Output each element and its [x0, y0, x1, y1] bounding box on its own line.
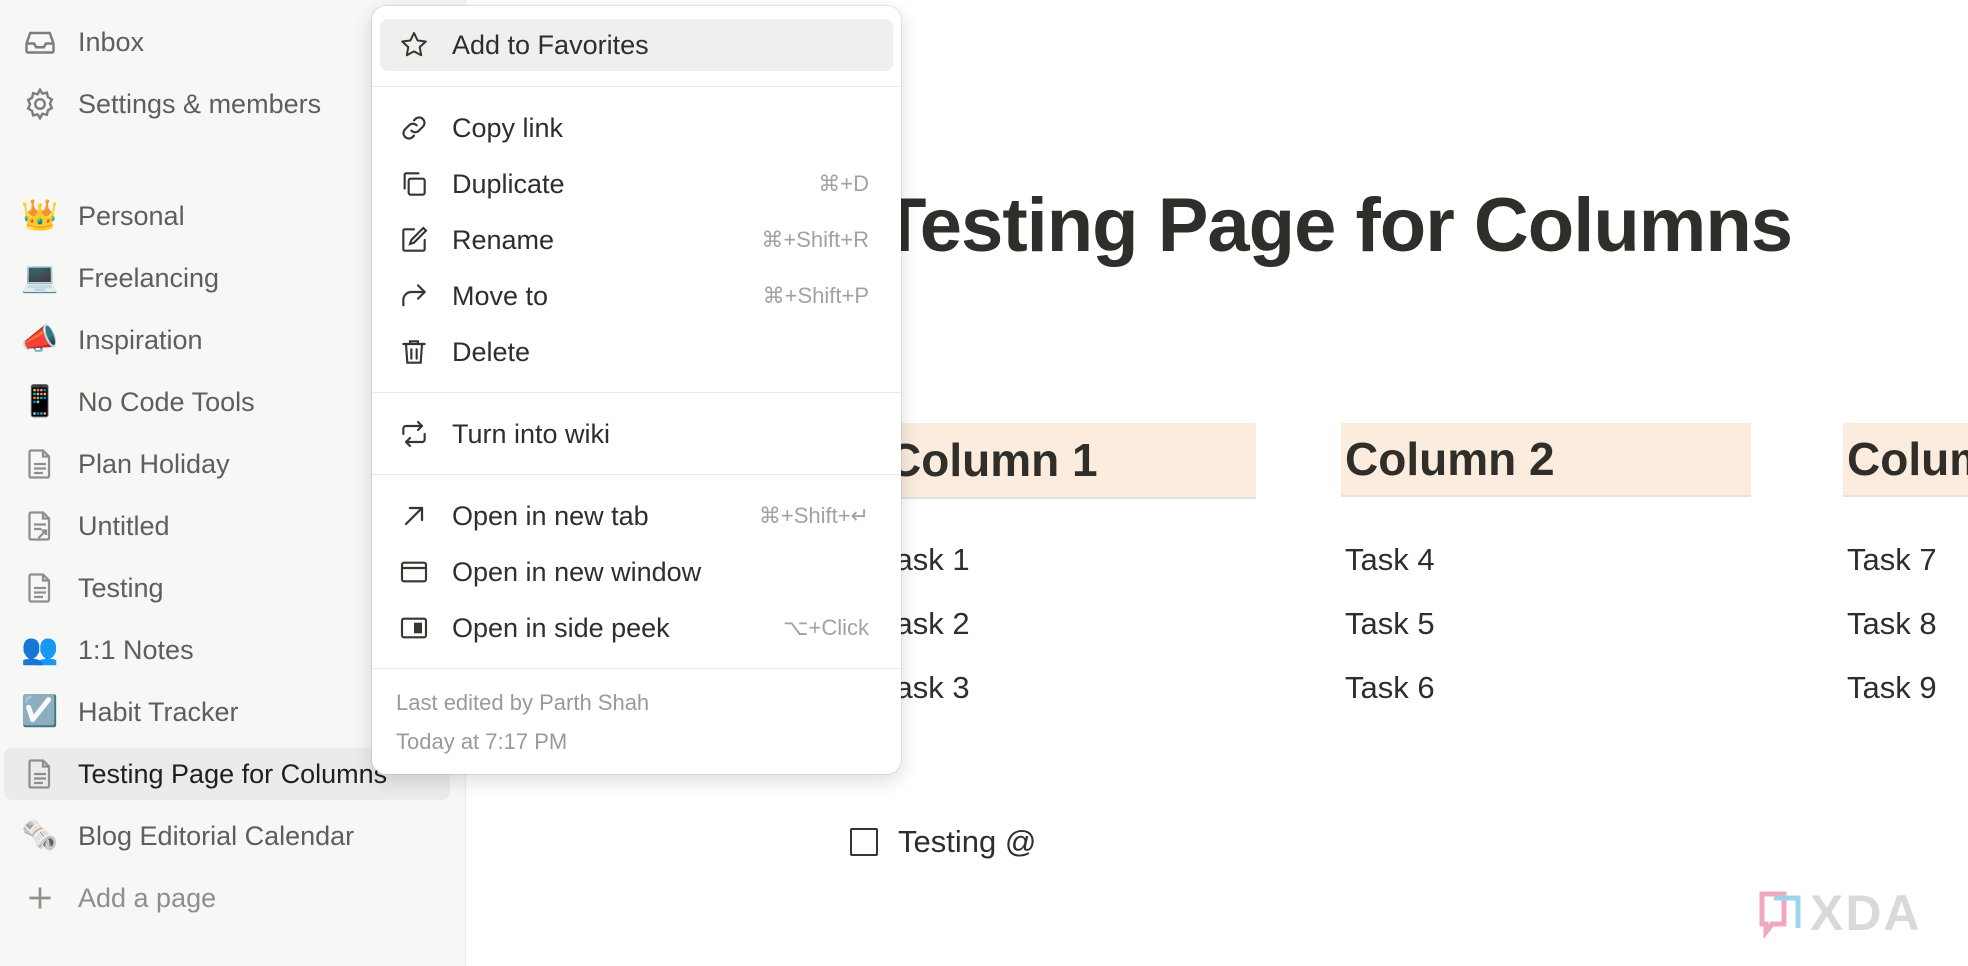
sidebar-item-label: Inspiration [78, 324, 203, 355]
menu-item-shortcut: ⌘+D [818, 171, 869, 196]
sidebar-item-label: Inbox [78, 26, 145, 57]
column-heading-text: Column 1 [888, 434, 1098, 486]
window-icon [396, 554, 432, 590]
menu-item-label: Delete [452, 336, 531, 367]
megaphone-emoji-icon: 📣 [21, 323, 59, 356]
sidebar-item-label: Plan Holiday [78, 448, 230, 479]
menu-item-label: Open in new tab [452, 500, 649, 531]
menu-divider [372, 86, 901, 87]
task-item[interactable]: Task 6 [1345, 670, 1435, 706]
sidebar-item-label: Freelancing [78, 262, 220, 293]
watermark-text: XDA [1810, 885, 1922, 941]
add-page-label: Add a page [78, 882, 217, 913]
column-heading-text: Column 2 [1345, 433, 1555, 485]
sidebar-item-label: Testing [78, 572, 164, 603]
arrow-up-right-icon [396, 498, 432, 534]
add-page-button[interactable]: Add a page [4, 872, 450, 924]
sidebar-item-label: Habit Tracker [78, 696, 239, 727]
sidebar-item-label: No Code Tools [78, 386, 255, 417]
checkbox-emoji-icon: ☑️ [21, 695, 59, 728]
menu-item-open-in-new-tab[interactable]: Open in new tab ⌘+Shift+↵ [380, 490, 893, 542]
menu-item-open-in-side-peek[interactable]: Open in side peek ⌥+Click [380, 602, 893, 654]
todo-block: Testing @ [850, 824, 1036, 860]
menu-item-open-in-new-window[interactable]: Open in new window [380, 546, 893, 598]
inbox-icon [20, 22, 60, 62]
menu-divider [372, 474, 901, 475]
xda-logo-icon [1758, 888, 1804, 940]
task-item[interactable]: Task 9 [1847, 670, 1937, 706]
gear-icon [20, 84, 60, 124]
sidebar-item-label: Blog Editorial Calendar [78, 820, 355, 851]
plus-icon [20, 878, 60, 918]
sidebar-item-label: Settings & members [78, 88, 322, 119]
page-icon [20, 444, 60, 484]
menu-item-label: Add to Favorites [452, 29, 649, 60]
page-title[interactable]: Testing Page for Columns [880, 182, 1793, 269]
menu-item-duplicate[interactable]: Duplicate ⌘+D [380, 158, 893, 210]
menu-item-rename[interactable]: Rename ⌘+Shift+R [380, 214, 893, 266]
menu-item-shortcut: ⌘+Shift+P [762, 283, 869, 308]
menu-item-label: Rename [452, 224, 555, 255]
page-icon [20, 568, 60, 608]
rename-icon [396, 222, 432, 258]
task-item[interactable]: Task 5 [1345, 606, 1435, 642]
link-icon [396, 110, 432, 146]
convert-icon [396, 416, 432, 452]
menu-item-label: Open in new window [452, 556, 702, 587]
star-icon [396, 27, 432, 63]
last-edited-time: Today at 7:17 PM [396, 729, 568, 754]
menu-item-label: Open in side peek [452, 612, 670, 643]
column-1-heading[interactable]: Column 1 [880, 423, 1256, 499]
sidebar-item-label: Testing Page for Columns [78, 758, 388, 789]
todo-checkbox[interactable] [850, 828, 878, 856]
sidebar-item-blog-editorial-calendar[interactable]: 🗞️ Blog Editorial Calendar [4, 810, 450, 862]
page-icon [20, 754, 60, 794]
column-3-heading[interactable]: Column 3 [1843, 423, 1968, 497]
menu-item-shortcut: ⌘+Shift+R [761, 227, 869, 252]
sidebar-item-label: Untitled [78, 510, 170, 541]
page-link-icon [20, 506, 60, 546]
column-2-heading[interactable]: Column 2 [1341, 423, 1751, 497]
task-item[interactable]: Task 7 [1847, 542, 1937, 578]
menu-item-copy-link[interactable]: Copy link [380, 102, 893, 154]
menu-item-turn-into-wiki[interactable]: Turn into wiki [380, 408, 893, 460]
menu-item-label: Duplicate [452, 168, 565, 199]
menu-item-delete[interactable]: Delete [380, 326, 893, 378]
sidebar-item-label: Personal [78, 200, 185, 231]
move-icon [396, 278, 432, 314]
people-emoji-icon: 👥 [21, 633, 59, 666]
last-edited-by: Last edited by Parth Shah [396, 690, 650, 715]
xda-watermark-logo: XDA [1758, 884, 1922, 942]
phone-emoji-icon: 📱 [21, 385, 59, 418]
side-peek-icon [396, 610, 432, 646]
task-item[interactable]: Task 8 [1847, 606, 1937, 642]
task-item[interactable]: Task 4 [1345, 542, 1435, 578]
crown-emoji-icon: 👑 [21, 199, 59, 232]
menu-item-label: Copy link [452, 112, 564, 143]
sidebar-item-label: 1:1 Notes [78, 634, 194, 665]
trash-icon [396, 334, 432, 370]
menu-divider [372, 392, 901, 393]
newspaper-emoji-icon: 🗞️ [21, 819, 59, 852]
menu-item-shortcut: ⌘+Shift+↵ [758, 503, 869, 528]
duplicate-icon [396, 166, 432, 202]
menu-divider [372, 668, 901, 669]
menu-item-add-to-favorites[interactable]: Add to Favorites [380, 19, 893, 71]
menu-item-label: Turn into wiki [452, 418, 611, 449]
column-heading-text: Column 3 [1847, 433, 1968, 485]
menu-item-shortcut: ⌥+Click [783, 615, 869, 640]
menu-item-label: Move to [452, 280, 549, 311]
menu-item-move-to[interactable]: Move to ⌘+Shift+P [380, 270, 893, 322]
page-context-menu: Add to Favorites Copy link Duplicate ⌘+D… [372, 6, 901, 774]
todo-label[interactable]: Testing @ [898, 824, 1036, 860]
laptop-emoji-icon: 💻 [21, 261, 59, 294]
